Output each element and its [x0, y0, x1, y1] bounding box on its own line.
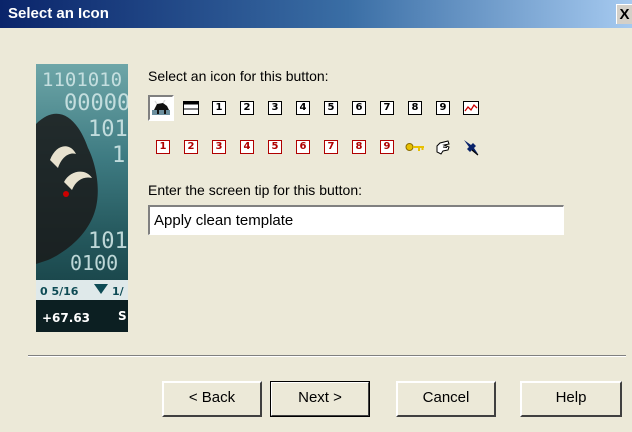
- binary-digits-row: 1: [112, 143, 125, 168]
- red-number-5-icon: 5: [268, 140, 282, 154]
- number-8-icon: 8: [408, 101, 422, 115]
- icon-option-window[interactable]: [178, 95, 204, 121]
- icon-option-red-number-5[interactable]: 5: [262, 134, 288, 160]
- icon-option-number-7[interactable]: 7: [374, 95, 400, 121]
- close-button[interactable]: X: [616, 4, 632, 24]
- red-number-4-icon: 4: [240, 140, 254, 154]
- number-2-icon: 2: [240, 101, 254, 115]
- bull-icon: [152, 100, 170, 115]
- red-number-6-icon: 6: [296, 140, 310, 154]
- red-number-8-icon: 8: [352, 140, 366, 154]
- key-icon: [405, 143, 424, 151]
- cancel-button[interactable]: Cancel: [396, 381, 496, 417]
- icon-option-bull[interactable]: [148, 95, 174, 121]
- red-number-2-icon: 2: [184, 140, 198, 154]
- ticker-other: 1/: [112, 285, 125, 298]
- number-1-icon: 1: [212, 101, 226, 115]
- icon-option-red-number-6[interactable]: 6: [290, 134, 316, 160]
- icon-option-number-5[interactable]: 5: [318, 95, 344, 121]
- hand-pointer-icon: [436, 140, 450, 155]
- icon-option-number-3[interactable]: 3: [262, 95, 288, 121]
- next-button[interactable]: Next >: [270, 381, 370, 417]
- red-number-7-icon: 7: [324, 140, 338, 154]
- screen-tip-input[interactable]: [148, 205, 564, 235]
- red-number-9-icon: 9: [380, 140, 394, 154]
- ticker-change: +67.63: [42, 311, 90, 325]
- icon-option-red-number-2[interactable]: 2: [178, 134, 204, 160]
- icon-option-red-number-8[interactable]: 8: [346, 134, 372, 160]
- number-9-icon: 9: [436, 101, 450, 115]
- help-button[interactable]: Help: [520, 381, 622, 417]
- wizard-side-image: 1101010 00000 101 1 101 0100 0 5/16 1/ +…: [36, 64, 128, 332]
- icon-option-number-8[interactable]: 8: [402, 95, 428, 121]
- icon-option-chart[interactable]: [458, 95, 484, 121]
- icon-option-red-number-4[interactable]: 4: [234, 134, 260, 160]
- icon-option-pushpin[interactable]: [458, 134, 484, 160]
- number-6-icon: 6: [352, 101, 366, 115]
- number-4-icon: 4: [296, 101, 310, 115]
- icon-option-number-4[interactable]: 4: [290, 95, 316, 121]
- pushpin-icon: [464, 140, 479, 156]
- icon-option-number-6[interactable]: 6: [346, 95, 372, 121]
- icon-option-red-number-1[interactable]: 1: [150, 134, 176, 160]
- number-5-icon: 5: [324, 101, 338, 115]
- window-icon: [183, 101, 199, 115]
- icon-option-red-number-7[interactable]: 7: [318, 134, 344, 160]
- title-bar: Select an Icon X: [0, 0, 632, 28]
- icon-prompt-label: Select an icon for this button:: [148, 68, 329, 84]
- screen-tip-prompt-label: Enter the screen tip for this button:: [148, 182, 363, 198]
- icon-option-number-1[interactable]: 1: [206, 95, 232, 121]
- binary-digits-row: 1101010: [42, 69, 122, 91]
- icon-option-red-number-9[interactable]: 9: [374, 134, 400, 160]
- red-number-1-icon: 1: [156, 140, 170, 154]
- back-button[interactable]: < Back: [162, 381, 262, 417]
- number-7-icon: 7: [380, 101, 394, 115]
- icon-option-key[interactable]: [402, 134, 428, 160]
- icon-option-red-number-3[interactable]: 3: [206, 134, 232, 160]
- icon-option-number-2[interactable]: 2: [234, 95, 260, 121]
- number-3-icon: 3: [268, 101, 282, 115]
- binary-digits-row: 00000: [64, 91, 128, 116]
- icon-option-number-9[interactable]: 9: [430, 95, 456, 121]
- window-title: Select an Icon: [8, 5, 109, 22]
- red-number-3-icon: 3: [212, 140, 226, 154]
- divider: [28, 355, 626, 357]
- binary-digits-row: 0100: [70, 251, 118, 275]
- binary-digits-row: 101: [88, 117, 128, 142]
- chart-icon: [463, 101, 479, 115]
- ticker-letter: S: [118, 309, 127, 323]
- ticker-fraction: 0 5/16: [40, 285, 79, 298]
- icon-option-hand-pointer[interactable]: [430, 134, 456, 160]
